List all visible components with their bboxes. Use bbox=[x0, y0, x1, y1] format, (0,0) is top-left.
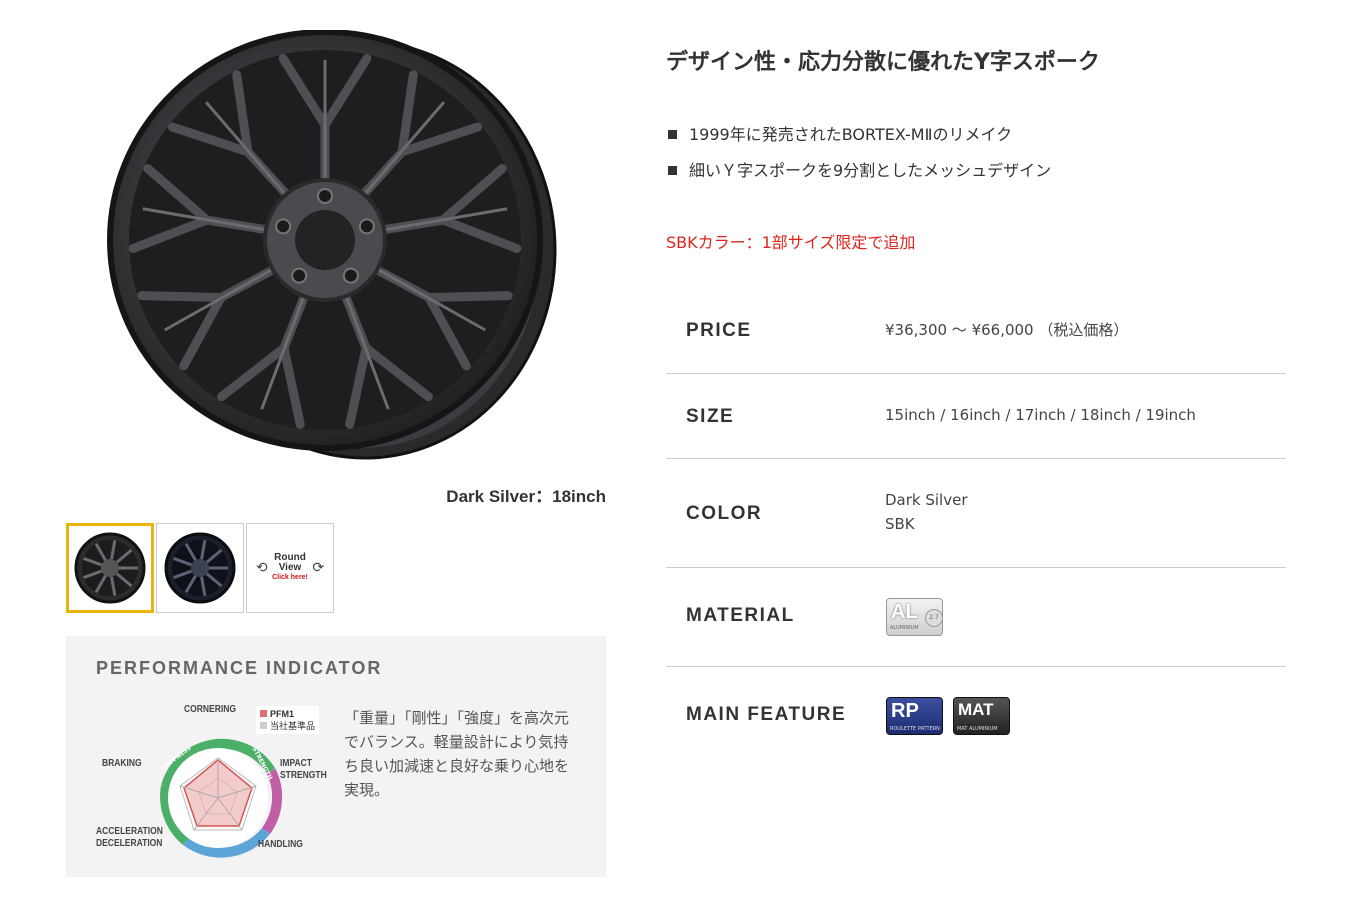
axis-acceleration: ACCELERATION bbox=[96, 826, 163, 837]
round-view-cta: Click here! bbox=[272, 574, 308, 581]
thumbnail-dark-silver[interactable] bbox=[66, 523, 154, 613]
performance-description: 「重量」「剛性」「強度」を高次元でバランス。軽量設計により気持ち良い加減速と良好… bbox=[344, 709, 570, 799]
spec-row-main-feature: MAIN FEATURE RP ROULETTE PATTERN MAT MAT… bbox=[666, 667, 1286, 767]
badge-number: 2.7 bbox=[925, 609, 943, 627]
spec-value: 15inch / 16inch / 17inch / 18inch / 19in… bbox=[885, 406, 1196, 424]
badge-text: MAT bbox=[958, 700, 994, 719]
spec-label: PRICE bbox=[686, 320, 752, 341]
axis-handling: HANDLING bbox=[258, 839, 303, 850]
spec-row-color: COLOR Dark Silver SBK bbox=[666, 459, 1286, 568]
wheel-thumbnail-icon bbox=[164, 532, 236, 604]
sbk-color-note: SBKカラー：1部サイズ限定で追加 bbox=[666, 233, 916, 252]
roulette-pattern-badge-icon: RP ROULETTE PATTERN bbox=[886, 697, 943, 735]
wheel-caption: Dark Silver：18inch bbox=[446, 487, 606, 506]
axis-cornering: CORNERING bbox=[184, 704, 236, 715]
feature-bullet-1: 1999年に発売されたBORTEX-MⅡのリメイク bbox=[668, 121, 1012, 145]
performance-title: PERFORMANCE INDICATOR bbox=[96, 658, 383, 678]
badge-text: AL bbox=[891, 601, 918, 623]
spec-label: SIZE bbox=[686, 406, 735, 427]
aluminium-badge-icon: AL 2.7 ALUMINIUM bbox=[886, 598, 943, 636]
spec-value: ¥36,300 ～ ¥66,000 （税込価格） bbox=[885, 321, 1129, 339]
wheel-main-image bbox=[107, 30, 557, 460]
axis-impact-2: STRENGTH bbox=[280, 770, 327, 781]
legend-standard: 当社基準品 bbox=[270, 721, 316, 731]
legend-standard-swatch bbox=[260, 722, 267, 729]
bullet-square-icon bbox=[668, 130, 677, 139]
thumbnail-round-view[interactable]: ⟲ Round View Click here! ⟳ bbox=[246, 523, 334, 613]
badge-subtext: ROULETTE PATTERN bbox=[890, 726, 940, 732]
spec-label: COLOR bbox=[686, 503, 763, 524]
spec-row-price: PRICE ¥36,300 ～ ¥66,000 （税込価格） bbox=[666, 288, 1286, 374]
rotate-right-icon: ⟳ bbox=[312, 559, 325, 576]
wheel-thumbnail-icon bbox=[74, 532, 146, 604]
color-option: SBK bbox=[885, 515, 915, 533]
color-option: Dark Silver bbox=[885, 491, 968, 509]
spec-label: MATERIAL bbox=[686, 605, 795, 626]
badge-text: RP bbox=[891, 700, 919, 722]
axis-braking: BRAKING bbox=[102, 758, 142, 769]
feature-text: 1999年に発売されたBORTEX-MⅡのリメイク bbox=[689, 125, 1013, 144]
axis-impact-1: IMPACT bbox=[280, 758, 312, 769]
feature-text: 細いＹ字スポークを9分割としたメッシュデザイン bbox=[689, 161, 1052, 180]
axis-deceleration: DECELERATION bbox=[96, 838, 163, 849]
performance-indicator-panel: PERFORMANCE INDICATOR CORNERING IMPACT S… bbox=[66, 636, 606, 877]
radar-legend: PFM1 当社基準品 bbox=[256, 706, 320, 734]
feature-bullet-2: 細いＹ字スポークを9分割としたメッシュデザイン bbox=[668, 157, 1051, 181]
legend-pfm1-swatch bbox=[260, 710, 267, 717]
badge-subtext: MAT ALUMINIUM bbox=[957, 726, 998, 732]
rotate-left-icon: ⟲ bbox=[255, 559, 268, 576]
performance-radar-chart bbox=[160, 738, 283, 858]
legend-pfm1: PFM1 bbox=[270, 709, 295, 719]
spec-row-material: MATERIAL AL 2.7 ALUMINIUM bbox=[666, 568, 1286, 667]
spec-value: Dark Silver SBK bbox=[885, 488, 968, 536]
mat-aluminium-badge-icon: MAT MAT ALUMINIUM bbox=[953, 697, 1010, 735]
bullet-square-icon bbox=[668, 166, 677, 175]
spec-label: MAIN FEATURE bbox=[686, 704, 847, 725]
badge-subtext: ALUMINIUM bbox=[890, 625, 919, 631]
spec-row-size: SIZE 15inch / 16inch / 17inch / 18inch /… bbox=[666, 374, 1286, 459]
round-view-line2: View bbox=[278, 562, 302, 573]
product-headline: デザイン性・応力分散に優れたY字スポーク bbox=[666, 50, 1100, 75]
thumbnail-sbk[interactable] bbox=[156, 523, 244, 613]
